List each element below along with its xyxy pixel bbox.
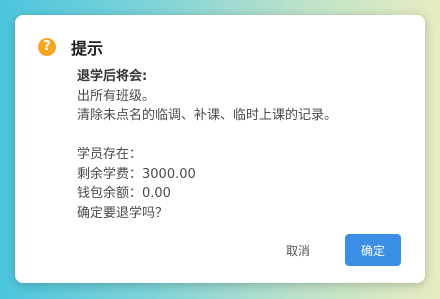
confirm-dialog: ? 提示 退学后将会: 出所有班级。 清除未点名的临调、补课、临时上课的记录。 … xyxy=(15,15,425,283)
remaining-tuition: 剩余学费：3000.00 xyxy=(77,166,196,182)
wallet-balance: 钱包余额：0.00 xyxy=(77,186,171,201)
dialog-header: ? 提示 xyxy=(38,36,103,58)
warning-icon: ? xyxy=(38,38,56,56)
confirm-question: 确定要退学吗？ xyxy=(77,205,169,221)
confirm-button[interactable]: 确定 xyxy=(345,234,401,266)
message-line: 出所有班级。 xyxy=(77,88,156,104)
dialog-message: 退学后将会: 出所有班级。 清除未点名的临调、补课、临时上课的记录。 学员存在：… xyxy=(77,67,337,223)
message-line: 学员存在： xyxy=(77,147,143,162)
dialog-title: 提示 xyxy=(71,39,104,58)
cancel-button[interactable]: 取消 xyxy=(272,234,324,266)
message-line: 清除未点名的临调、补课、临时上课的记录。 xyxy=(77,108,338,123)
message-heading: 退学后将会: xyxy=(77,69,148,84)
